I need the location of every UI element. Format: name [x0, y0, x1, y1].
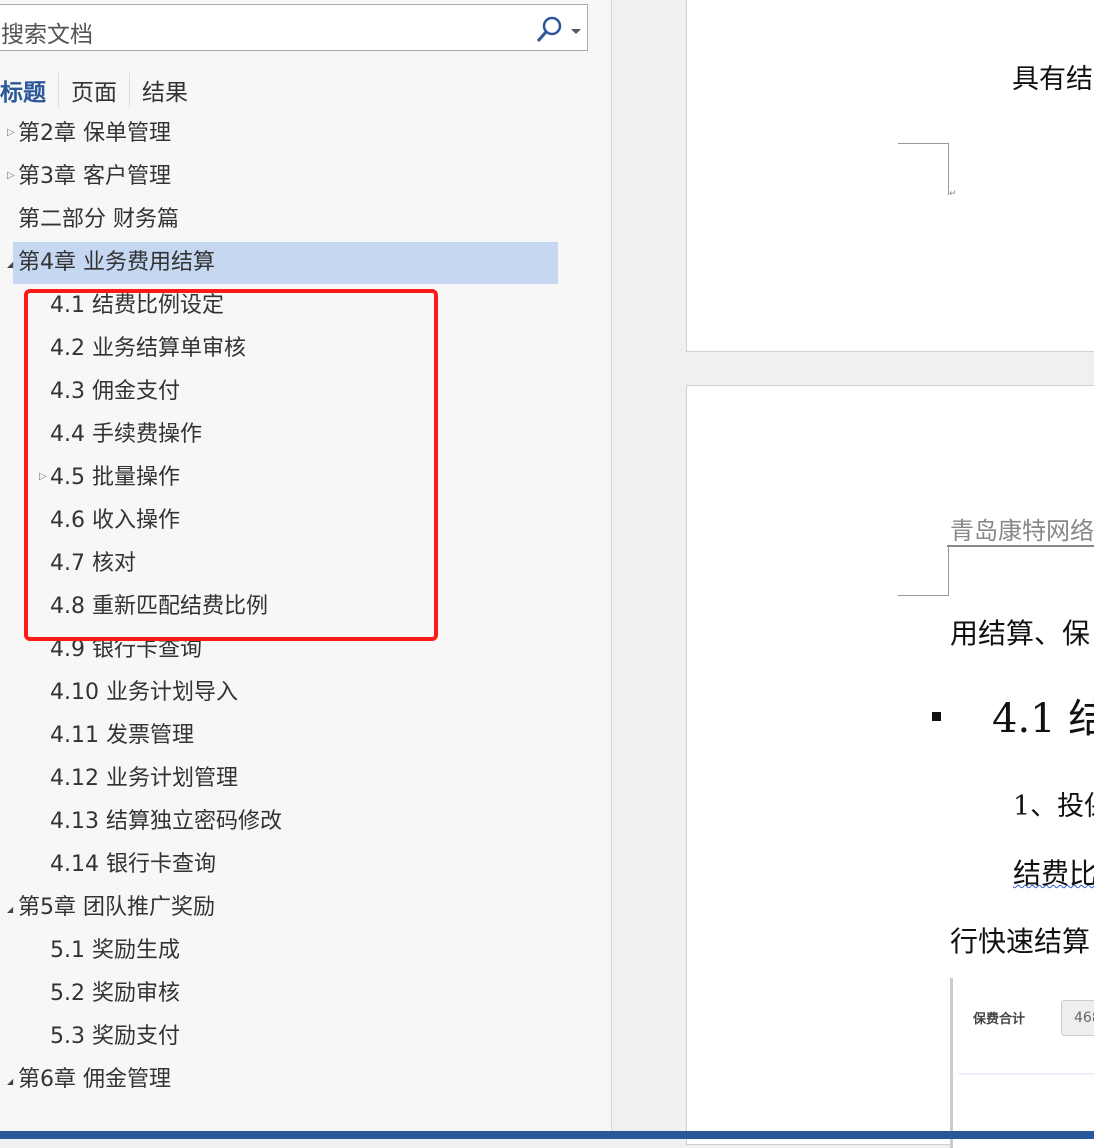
expand-arrow-icon[interactable]: ▷ — [7, 127, 15, 138]
body-text: 行快速结算 — [950, 925, 1091, 958]
nav-item[interactable]: 4.11 发票管理 — [50, 715, 194, 757]
nav-item-label: 5.2 奖励审核 — [50, 981, 180, 1006]
nav-item[interactable]: 5.3 奖励支付 — [50, 1016, 180, 1058]
nav-item[interactable]: 4.13 结算独立密码修改 — [50, 801, 282, 843]
nav-item-label: 5.1 奖励生成 — [50, 938, 180, 963]
nav-item-label: 4.11 发票管理 — [50, 723, 194, 748]
section-heading: 4.1 结 — [992, 696, 1094, 742]
collapse-arrow-icon[interactable]: ◢ — [7, 905, 13, 914]
embedded-screenshot: 保费合计 468 — [950, 978, 1094, 1148]
nav-item[interactable]: 5.2 奖励审核 — [50, 973, 180, 1015]
screenshot-value: 468 — [1061, 1000, 1094, 1036]
nav-item-label: 4.13 结算独立密码修改 — [50, 809, 282, 834]
navigation-pane: 搜索文档 标题 页面 结果 第2章 保单管理 ▷ 第3章 客户管理 ▷ 第二部分 财务篇… — [0, 0, 612, 1131]
tab-headings[interactable]: 标题 — [0, 73, 59, 107]
divider — [958, 1073, 1094, 1075]
nav-item-label: 第6章 佣金管理 — [18, 1067, 171, 1092]
nav-item-label: 4.12 业务计划管理 — [50, 766, 238, 791]
page-header-text: 青岛康特网络 — [950, 517, 1094, 545]
header-rule — [947, 545, 1094, 547]
nav-item[interactable]: 4.12 业务计划管理 — [50, 758, 238, 800]
nav-item[interactable]: 第3章 客户管理 — [18, 156, 171, 198]
document-page-2: 青岛康特网络 用结算、保 4.1 结 1、投保 结费比 行快速结算 保费合计 4… — [686, 385, 1094, 1148]
margin-mark — [898, 143, 949, 195]
nav-item[interactable]: 第5章 团队推广奖励 — [18, 887, 215, 929]
nav-item-label: 第3章 客户管理 — [18, 164, 171, 189]
body-text: 结费比 — [1013, 857, 1094, 890]
nav-item-label: 第二部分 财务篇 — [18, 207, 179, 232]
paragraph-mark-icon: ↵ — [949, 189, 957, 199]
expand-arrow-icon[interactable]: ▷ — [7, 170, 15, 181]
nav-item-label: 第5章 团队推广奖励 — [18, 895, 215, 920]
nav-item-label: 第2章 保单管理 — [18, 121, 171, 146]
collapse-arrow-icon[interactable]: ◢ — [7, 260, 13, 269]
search-input[interactable]: 搜索文档 — [0, 4, 588, 51]
nav-item[interactable]: 第2章 保单管理 — [18, 113, 171, 155]
tab-pages[interactable]: 页面 — [59, 73, 130, 107]
screenshot-label: 保费合计 — [973, 1012, 1026, 1027]
nav-item-label: 5.3 奖励支付 — [50, 1024, 180, 1049]
tab-results[interactable]: 结果 — [130, 73, 200, 107]
nav-item-label: 4.14 银行卡查询 — [50, 852, 216, 877]
nav-item[interactable]: 第二部分 财务篇 — [18, 199, 179, 241]
nav-tabs: 标题 页面 结果 — [0, 72, 200, 108]
search-options-dropdown-icon[interactable] — [571, 29, 581, 34]
nav-item[interactable]: 第4章 业务费用结算 — [13, 242, 558, 284]
collapse-arrow-icon[interactable]: ◢ — [7, 1077, 13, 1086]
status-bar — [0, 1131, 1094, 1139]
search-placeholder: 搜索文档 — [1, 22, 93, 48]
body-text: 1、投保 — [1013, 791, 1094, 822]
body-text: 用结算、保 — [950, 617, 1091, 650]
nav-item[interactable]: 4.14 银行卡查询 — [50, 844, 216, 886]
margin-mark — [898, 546, 949, 596]
nav-item-label: 第4章 业务费用结算 — [18, 250, 215, 275]
nav-item[interactable]: 第6章 佣金管理 — [18, 1059, 171, 1101]
page-text: 具有结 — [1012, 64, 1093, 95]
search-icon[interactable] — [534, 15, 564, 45]
nav-item[interactable]: 5.1 奖励生成 — [50, 930, 180, 972]
heading-bullet-icon — [932, 712, 941, 721]
nav-item-label: 4.10 业务计划导入 — [50, 680, 238, 705]
nav-item[interactable]: 4.10 业务计划导入 — [50, 672, 238, 714]
highlight-annotation-box — [24, 289, 438, 641]
document-page-1: 具有结 ↵ — [686, 0, 1094, 352]
